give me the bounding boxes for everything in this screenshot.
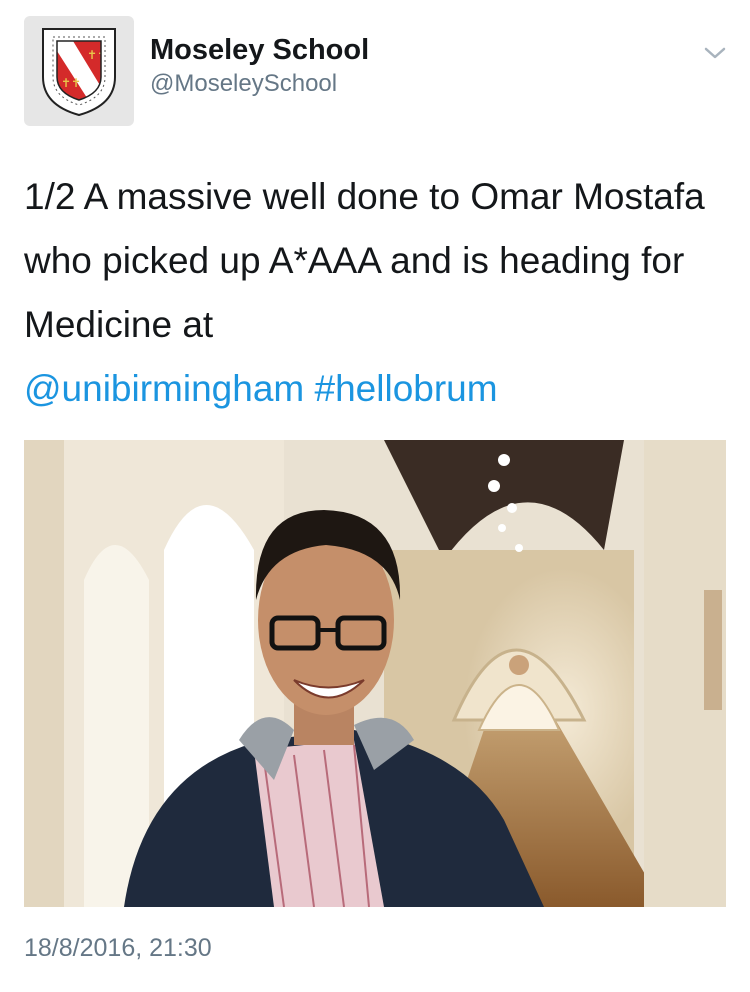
- mention-link[interactable]: @unibirmingham: [24, 368, 304, 409]
- svg-text:✝✝: ✝✝: [61, 76, 81, 90]
- avatar[interactable]: ✝✝ ✝✝: [24, 16, 134, 126]
- tweet-timestamp[interactable]: 18/8/2016, 21:30: [24, 930, 212, 966]
- display-name[interactable]: Moseley School: [150, 32, 369, 68]
- user-handle[interactable]: @MoseleySchool: [150, 68, 369, 100]
- tweet-header: ✝✝ ✝✝ Moseley School @MoseleySchool: [24, 16, 726, 126]
- author-names: Moseley School @MoseleySchool: [150, 32, 369, 100]
- tweet-body-text: 1/2 A massive well done to Omar Mostafa …: [24, 176, 705, 345]
- chevron-down-icon[interactable]: [704, 46, 726, 60]
- school-crest-icon: ✝✝ ✝✝: [42, 28, 116, 117]
- tweet-text: 1/2 A massive well done to Omar Mostafa …: [24, 165, 724, 421]
- tweet-photo[interactable]: [24, 440, 726, 907]
- hashtag-link[interactable]: #hellobrum: [315, 368, 498, 409]
- photo-image: [24, 440, 726, 907]
